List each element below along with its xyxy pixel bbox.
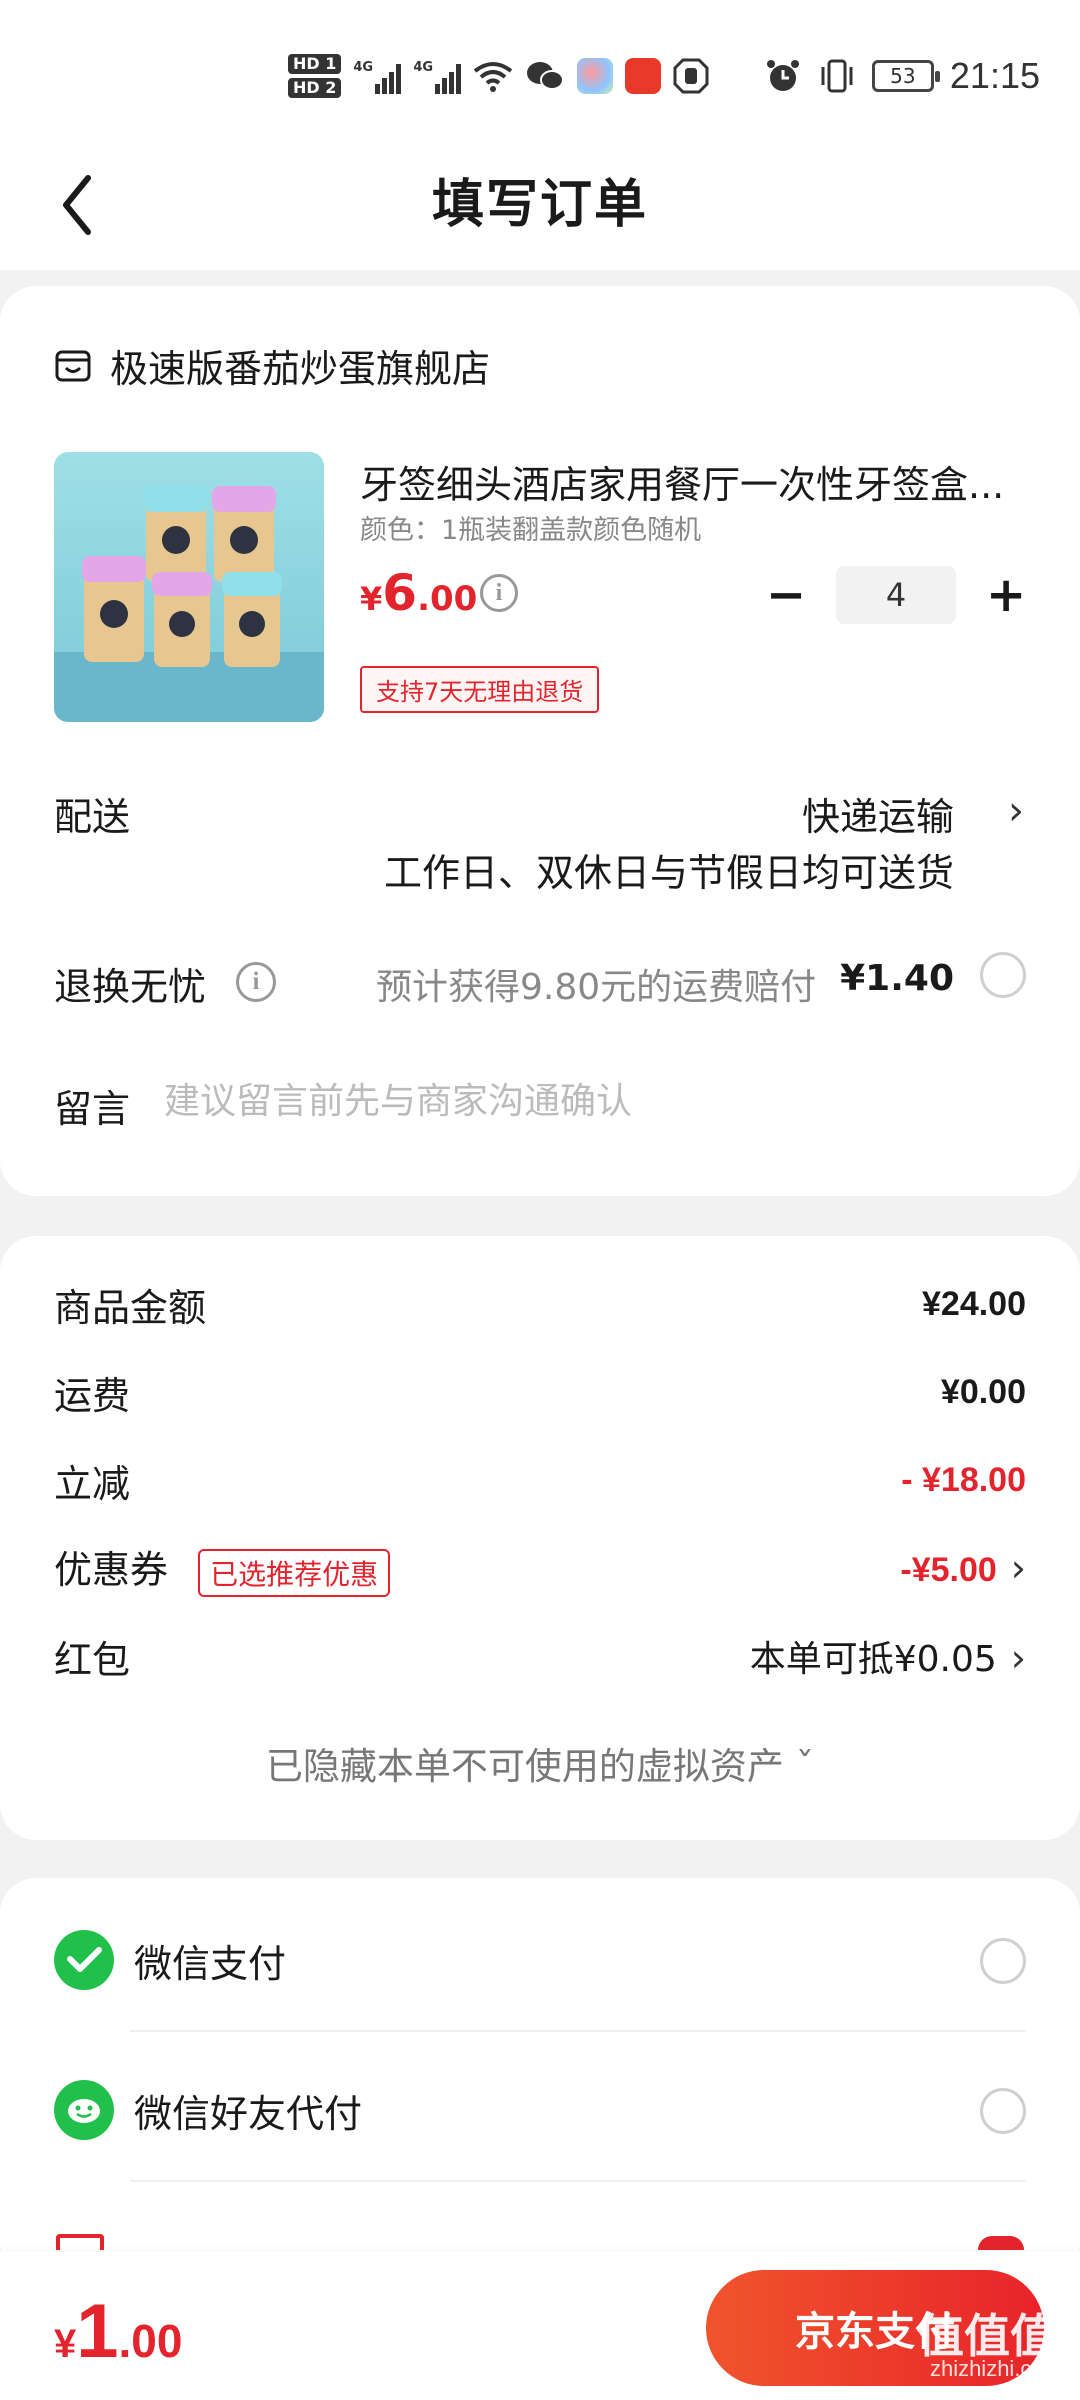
payment-option-label: 微信好友代付 — [134, 2091, 363, 2136]
hand-icon — [673, 58, 709, 94]
return-insurance-radio[interactable] — [980, 952, 1026, 998]
price-currency: ¥ — [360, 580, 383, 618]
clock: 21:15 — [949, 55, 1040, 96]
sim1-label: HD 1 — [288, 54, 342, 74]
battery-level: 53 — [890, 64, 916, 88]
coupon-row[interactable]: 优惠券 已选推荐优惠 -¥5.00 › — [54, 1539, 1026, 1597]
signal1-icon: 4G — [353, 58, 402, 94]
store-name: 极速版番茄炒蛋旗舰店 — [110, 347, 491, 391]
app-icon — [577, 58, 614, 94]
product-name[interactable]: 牙签细头酒店家用餐厅一次性牙签盒... — [360, 454, 1028, 509]
sim2-label: HD 2 — [288, 78, 342, 98]
goods-amount-row: 商品金额 ¥24.00 — [54, 1276, 1026, 1332]
status-right: 53 21:15 — [764, 54, 1040, 98]
payment-radio-selected[interactable] — [978, 2236, 1024, 2250]
delivery-note: 工作日、双休日与节假日均可送货 — [383, 851, 954, 895]
wechat-pay-icon — [54, 1930, 114, 1990]
coupon-value-group: -¥5.00 › — [900, 1546, 1026, 1590]
coupon-label-group: 优惠券 已选推荐优惠 — [54, 1539, 391, 1597]
return-insurance-text: 预计获得9.80元的运费赔付 — [376, 967, 817, 1008]
network1-label: 4G — [353, 60, 374, 75]
shipping-value: ¥0.00 — [940, 1372, 1026, 1411]
total-integer: 1 — [76, 2289, 119, 2374]
message-label: 留言 — [54, 1087, 131, 1131]
discount-value: - ¥18.00 — [901, 1460, 1026, 1499]
wifi-icon — [474, 62, 513, 92]
payment-option-wechat-friend[interactable]: 微信好友代付 — [54, 2070, 1026, 2150]
redpacket-value: 本单可抵¥0.05 — [749, 1639, 997, 1680]
chevron-right-icon: › — [1010, 1546, 1026, 1590]
shipping-row: 运费 ¥0.00 — [54, 1364, 1026, 1420]
return-info-icon[interactable]: i — [236, 962, 276, 1002]
store-header[interactable]: 极速版番茄炒蛋旗舰店 — [54, 338, 490, 393]
delivery-label: 配送 — [54, 795, 131, 839]
total-decimal: .00 — [118, 2315, 183, 2367]
order-card: 极速版番茄炒蛋旗舰店 牙签细头酒店家用餐厅一次性牙签盒... 颜色：1瓶装翻盖款… — [0, 286, 1080, 1196]
coupon-recommend-tag: 已选推荐优惠 — [198, 1548, 391, 1597]
shipping-label: 运费 — [54, 1373, 131, 1418]
return-policy-tag: 支持7天无理由退货 — [360, 666, 600, 713]
product-price: ¥ 6 .00 — [360, 564, 477, 622]
divider — [130, 2180, 1026, 2182]
toothpick-jars-image — [54, 486, 324, 722]
goods-amount-value: ¥24.00 — [922, 1284, 1026, 1323]
coupon-value: -¥5.00 — [900, 1551, 997, 1589]
jd-pay-icon — [56, 2234, 104, 2250]
vibrate-icon — [821, 59, 853, 93]
order-total: ¥ 1 .00 — [54, 2288, 182, 2375]
divider — [130, 2030, 1026, 2032]
quantity-stepper: − 4 + — [766, 566, 1026, 624]
delivery-method[interactable]: 快递运输 — [802, 786, 954, 841]
product-spec[interactable]: 颜色：1瓶装翻盖款颜色随机 — [360, 508, 701, 547]
status-left: HD 1 HD 2 4G 4G — [288, 46, 709, 106]
goods-amount-label: 商品金额 — [54, 1285, 207, 1330]
price-summary-card: 商品金额 ¥24.00 运费 ¥0.00 立减 - ¥18.00 优惠券 已选推… — [0, 1236, 1080, 1840]
alarm-icon — [766, 60, 799, 91]
payment-option-label: 微信支付 — [134, 1941, 287, 1986]
redpacket-label: 红包 — [54, 1637, 131, 1682]
wechat-icon — [527, 62, 565, 90]
message-input[interactable] — [164, 1076, 964, 1126]
signal2-icon: 4G — [413, 58, 462, 94]
status-bar: HD 1 HD 2 4G 4G 53 21:15 — [0, 0, 1080, 140]
wechat-friend-pay-icon — [54, 2080, 114, 2140]
redpacket-value-group: 本单可抵¥0.05 › — [750, 1630, 1026, 1682]
redpacket-row[interactable]: 红包 本单可抵¥0.05 › — [54, 1628, 1026, 1684]
payment-option-wechat[interactable]: 微信支付 — [54, 1920, 1026, 2000]
price-info-icon[interactable]: i — [480, 574, 518, 612]
total-currency: ¥ — [54, 2322, 77, 2366]
payment-radio-wechat-friend[interactable] — [980, 2088, 1026, 2134]
discount-label: 立减 — [54, 1461, 131, 1506]
chevron-right-icon: › — [1010, 1636, 1026, 1680]
return-insurance-price: ¥1.40 — [840, 958, 954, 999]
store-icon — [55, 350, 91, 381]
battery-indicator: 53 — [871, 60, 940, 92]
page-header: 填写订单 — [0, 140, 1080, 270]
page-title: 填写订单 — [431, 175, 648, 235]
payment-radio-wechat[interactable] — [980, 1938, 1026, 1984]
coupon-label: 优惠券 — [54, 1548, 169, 1593]
hidden-assets-toggle[interactable]: 已隐藏本单不可使用的虚拟资产 ˇ — [0, 1736, 1080, 1790]
watermark-url: zhizhizhi.com — [929, 2356, 1062, 2381]
taobao-icon — [625, 58, 662, 94]
product-thumbnail[interactable] — [54, 452, 324, 722]
quantity-minus-button[interactable]: − — [766, 571, 806, 619]
network2-label: 4G — [413, 60, 434, 75]
chevron-right-icon[interactable]: › — [1008, 788, 1024, 834]
discount-row: 立减 - ¥18.00 — [54, 1452, 1026, 1508]
quantity-value[interactable]: 4 — [836, 566, 956, 624]
return-insurance-label: 退换无忧 — [54, 965, 207, 1009]
payment-methods-card: 微信支付 微信好友代付 — [0, 1878, 1080, 2278]
sim-indicators: HD 1 HD 2 — [288, 54, 342, 98]
price-integer: 6 — [382, 564, 418, 622]
quantity-plus-button[interactable]: + — [986, 571, 1026, 619]
price-decimal: .00 — [417, 579, 478, 619]
